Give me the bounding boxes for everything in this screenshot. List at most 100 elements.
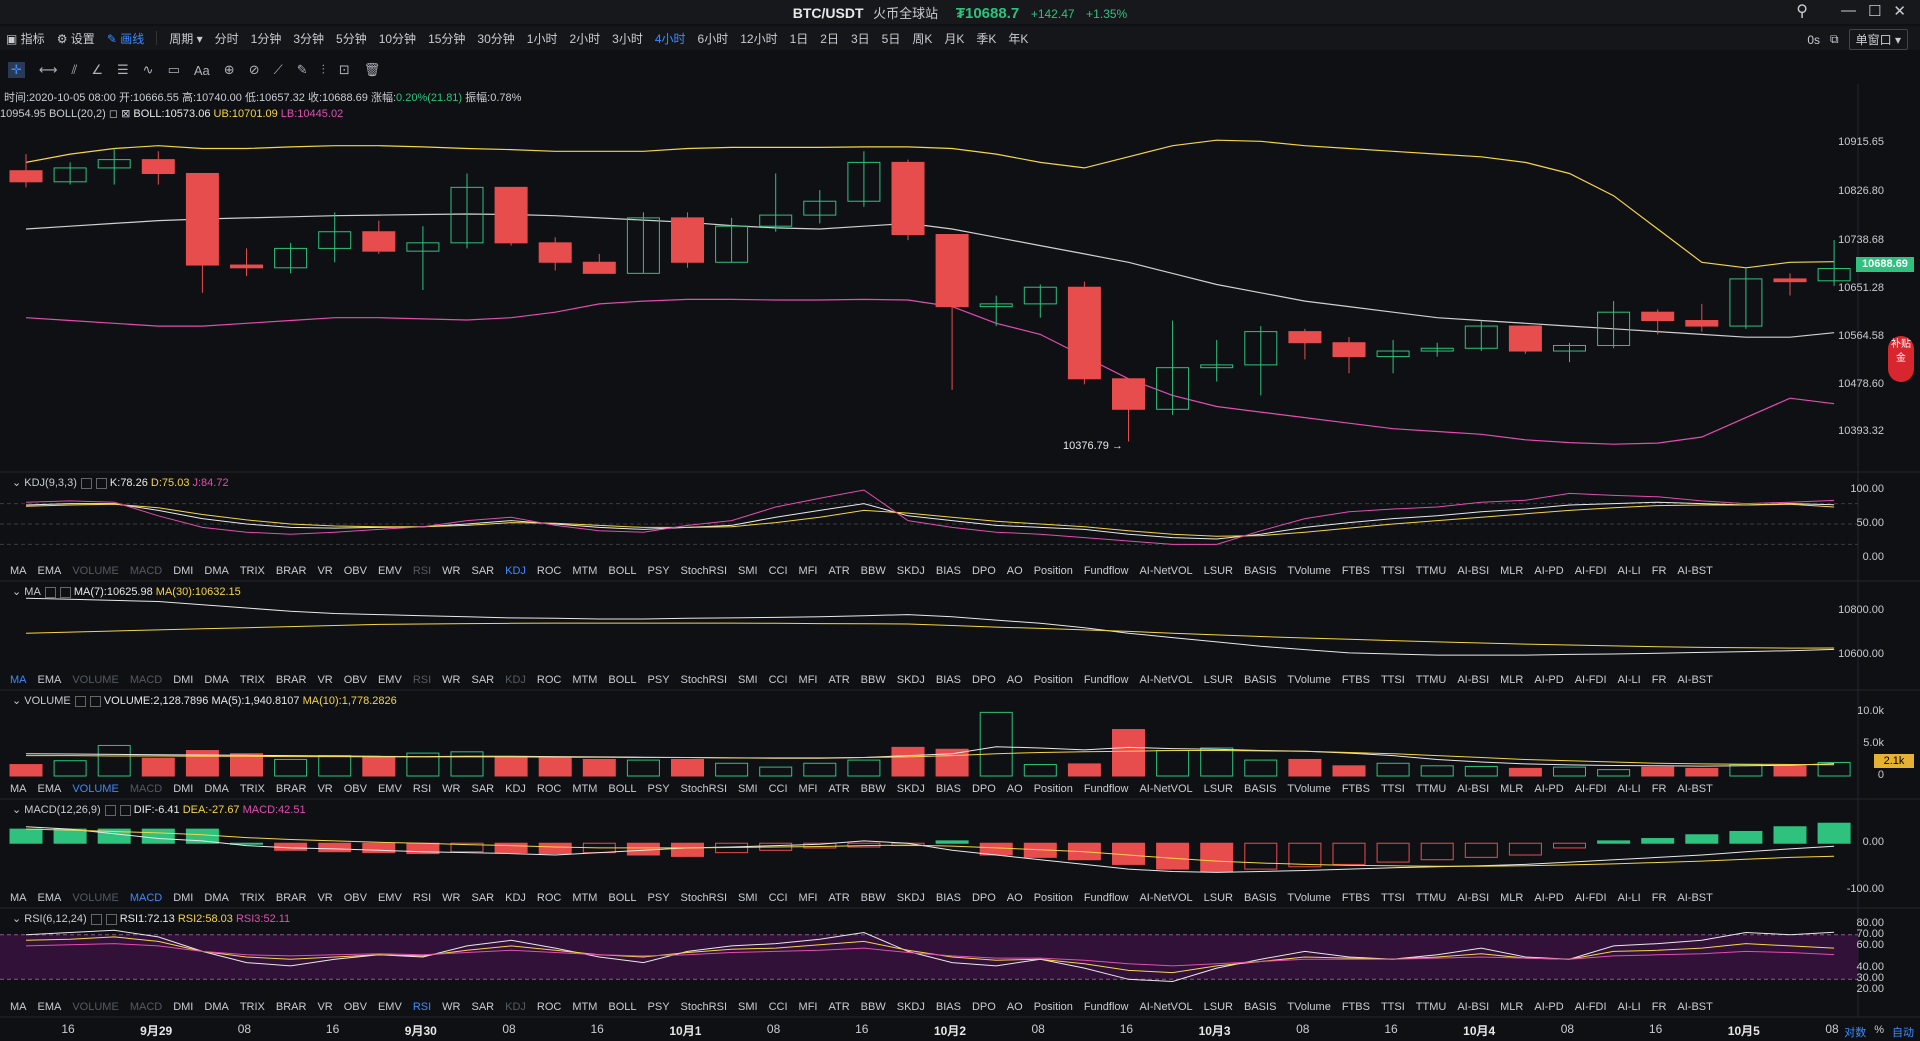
indicator-tab-lsur[interactable]: LSUR: [1204, 892, 1233, 904]
indicator-tab-volume[interactable]: VOLUME: [72, 674, 118, 686]
indicator-tab-ttsi[interactable]: TTSI: [1381, 565, 1405, 577]
indicator-tab-ttsi[interactable]: TTSI: [1381, 1001, 1405, 1013]
indicator-tab-ema[interactable]: EMA: [38, 674, 62, 686]
indicator-tab-emv[interactable]: EMV: [378, 674, 402, 686]
indicator-tab-psy[interactable]: PSY: [648, 565, 670, 577]
indicator-tab-ai-pd[interactable]: AI-PD: [1534, 892, 1563, 904]
indicator-tab-ma[interactable]: MA: [10, 892, 27, 904]
indicator-tab-fr[interactable]: FR: [1652, 565, 1667, 577]
indicator-tab-mtm[interactable]: MTM: [572, 565, 597, 577]
indicator-tab-ai-netvol[interactable]: AI-NetVOL: [1139, 892, 1192, 904]
indicator-tab-kdj[interactable]: KDJ: [505, 565, 526, 577]
indicator-tab-ema[interactable]: EMA: [38, 1001, 62, 1013]
indicator-tab-dmi[interactable]: DMI: [173, 892, 193, 904]
indicator-tab-skdj[interactable]: SKDJ: [897, 783, 925, 795]
indicator-tab-dmi[interactable]: DMI: [173, 1001, 193, 1013]
indicator-tab-kdj[interactable]: KDJ: [505, 892, 526, 904]
indicator-tab-ttsi[interactable]: TTSI: [1381, 892, 1405, 904]
indicator-tab-stochrsi[interactable]: StochRSI: [681, 674, 727, 686]
indicator-tab-obv[interactable]: OBV: [344, 892, 367, 904]
indicator-tab-volume[interactable]: VOLUME: [72, 783, 118, 795]
indicator-tab-lsur[interactable]: LSUR: [1204, 1001, 1233, 1013]
indicator-tab-dma[interactable]: DMA: [204, 565, 228, 577]
indicator-tab-ai-bsi[interactable]: AI-BSI: [1457, 674, 1489, 686]
log-scale-link[interactable]: 对数: [1844, 1024, 1866, 1040]
indicator-tab-fr[interactable]: FR: [1652, 892, 1667, 904]
indicator-tab-wr[interactable]: WR: [442, 674, 460, 686]
indicator-tab-smi[interactable]: SMI: [738, 892, 758, 904]
indicator-tab-vr[interactable]: VR: [317, 565, 332, 577]
indicator-tab-cci[interactable]: CCI: [769, 783, 788, 795]
indicator-tab-roc[interactable]: ROC: [537, 1001, 561, 1013]
indicator-tab-sar[interactable]: SAR: [471, 892, 494, 904]
indicator-tab-bias[interactable]: BIAS: [936, 892, 961, 904]
indicator-tab-trix[interactable]: TRIX: [240, 783, 265, 795]
indicator-tab-skdj[interactable]: SKDJ: [897, 892, 925, 904]
indicator-tab-emv[interactable]: EMV: [378, 1001, 402, 1013]
indicator-tab-stochrsi[interactable]: StochRSI: [681, 783, 727, 795]
indicator-tab-basis[interactable]: BASIS: [1244, 1001, 1276, 1013]
indicator-tab-volume[interactable]: VOLUME: [72, 1001, 118, 1013]
indicator-tab-atr[interactable]: ATR: [828, 565, 849, 577]
indicator-tab-ai-netvol[interactable]: AI-NetVOL: [1139, 783, 1192, 795]
indicator-tab-rsi[interactable]: RSI: [413, 1001, 431, 1013]
indicator-tab-atr[interactable]: ATR: [828, 783, 849, 795]
indicator-tab-tvolume[interactable]: TVolume: [1287, 783, 1330, 795]
indicator-tab-bias[interactable]: BIAS: [936, 565, 961, 577]
indicator-tab-fundflow[interactable]: Fundflow: [1084, 674, 1129, 686]
indicator-tab-cci[interactable]: CCI: [769, 565, 788, 577]
indicator-tab-vr[interactable]: VR: [317, 783, 332, 795]
indicator-tab-bias[interactable]: BIAS: [936, 1001, 961, 1013]
indicator-tab-smi[interactable]: SMI: [738, 1001, 758, 1013]
indicator-tab-psy[interactable]: PSY: [648, 892, 670, 904]
indicator-tab-ma[interactable]: MA: [10, 674, 27, 686]
indicator-tab-stochrsi[interactable]: StochRSI: [681, 1001, 727, 1013]
indicator-tab-position[interactable]: Position: [1034, 1001, 1073, 1013]
indicator-tab-basis[interactable]: BASIS: [1244, 892, 1276, 904]
indicator-tab-ai-pd[interactable]: AI-PD: [1534, 674, 1563, 686]
indicator-tab-mfi[interactable]: MFI: [799, 1001, 818, 1013]
indicator-tab-vr[interactable]: VR: [317, 892, 332, 904]
indicator-tab-cci[interactable]: CCI: [769, 892, 788, 904]
indicator-tab-roc[interactable]: ROC: [537, 892, 561, 904]
indicator-tab-mfi[interactable]: MFI: [799, 565, 818, 577]
indicator-tab-ai-netvol[interactable]: AI-NetVOL: [1139, 674, 1192, 686]
indicator-tab-cci[interactable]: CCI: [769, 674, 788, 686]
indicator-tab-ma[interactable]: MA: [10, 565, 27, 577]
indicator-tab-macd[interactable]: MACD: [130, 674, 162, 686]
indicator-tab-psy[interactable]: PSY: [648, 674, 670, 686]
indicator-tab-ttsi[interactable]: TTSI: [1381, 783, 1405, 795]
indicator-tab-boll[interactable]: BOLL: [608, 892, 636, 904]
indicator-tab-brar[interactable]: BRAR: [276, 565, 307, 577]
indicator-tab-mfi[interactable]: MFI: [799, 892, 818, 904]
indicator-tab-sar[interactable]: SAR: [471, 1001, 494, 1013]
indicator-tab-mlr[interactable]: MLR: [1500, 892, 1523, 904]
indicator-tab-mtm[interactable]: MTM: [572, 783, 597, 795]
indicator-tab-bbw[interactable]: BBW: [861, 1001, 886, 1013]
indicator-tab-lsur[interactable]: LSUR: [1204, 783, 1233, 795]
indicator-tab-ai-bsi[interactable]: AI-BSI: [1457, 565, 1489, 577]
indicator-tab-obv[interactable]: OBV: [344, 1001, 367, 1013]
indicator-tab-ftbs[interactable]: FTBS: [1342, 674, 1370, 686]
indicator-tab-ai-bst[interactable]: AI-BST: [1677, 1001, 1712, 1013]
indicator-tab-position[interactable]: Position: [1034, 892, 1073, 904]
indicator-tab-kdj[interactable]: KDJ: [505, 674, 526, 686]
indicator-tab-dpo[interactable]: DPO: [972, 892, 996, 904]
indicator-tab-macd[interactable]: MACD: [130, 783, 162, 795]
indicator-tab-ai-li[interactable]: AI-LI: [1618, 674, 1641, 686]
indicator-tab-fundflow[interactable]: Fundflow: [1084, 783, 1129, 795]
indicator-tab-mfi[interactable]: MFI: [799, 674, 818, 686]
indicator-tab-ema[interactable]: EMA: [38, 892, 62, 904]
indicator-tab-dma[interactable]: DMA: [204, 892, 228, 904]
indicator-tab-bbw[interactable]: BBW: [861, 783, 886, 795]
indicator-tab-psy[interactable]: PSY: [648, 783, 670, 795]
indicator-tab-smi[interactable]: SMI: [738, 565, 758, 577]
indicator-tab-dma[interactable]: DMA: [204, 674, 228, 686]
indicator-tab-dma[interactable]: DMA: [204, 1001, 228, 1013]
indicator-tab-ma[interactable]: MA: [10, 783, 27, 795]
indicator-tab-ttmu[interactable]: TTMU: [1416, 892, 1447, 904]
auto-scale-link[interactable]: 自动: [1892, 1024, 1914, 1040]
indicator-tab-ao[interactable]: AO: [1007, 783, 1023, 795]
indicator-tab-position[interactable]: Position: [1034, 674, 1073, 686]
indicator-tab-atr[interactable]: ATR: [828, 674, 849, 686]
